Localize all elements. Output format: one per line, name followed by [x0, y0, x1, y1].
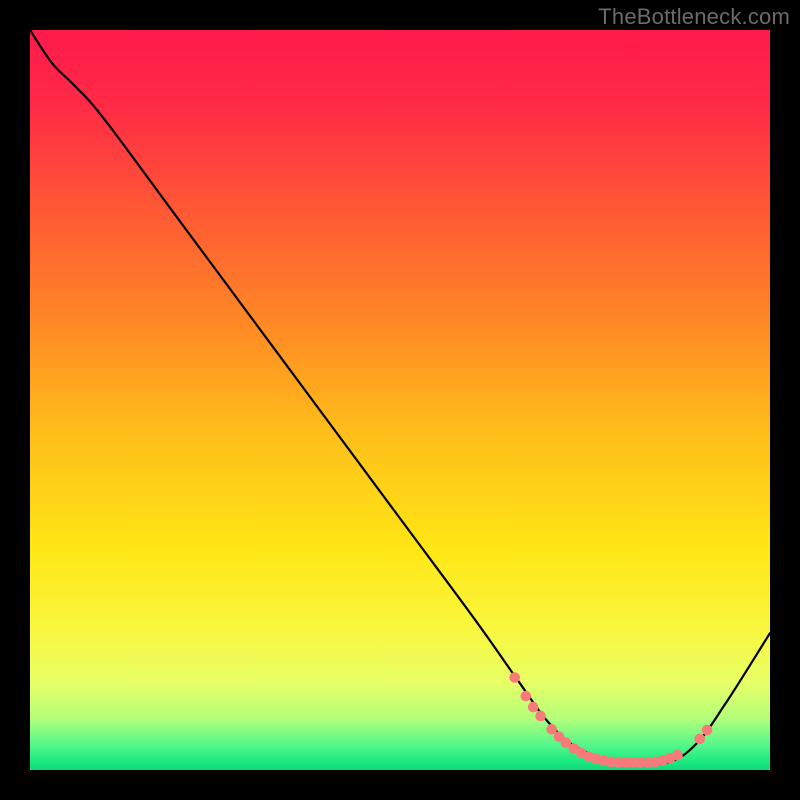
marker-dot	[694, 734, 705, 745]
marker-dot	[521, 691, 532, 702]
bottleneck-chart	[0, 0, 800, 800]
marker-dot	[528, 702, 539, 713]
marker-dot	[535, 711, 546, 722]
marker-dot	[702, 725, 713, 736]
watermark-text: TheBottleneck.com	[598, 4, 790, 30]
plot-area	[30, 30, 770, 770]
marker-dot	[509, 672, 520, 683]
marker-dot	[672, 750, 683, 761]
chart-container: TheBottleneck.com	[0, 0, 800, 800]
